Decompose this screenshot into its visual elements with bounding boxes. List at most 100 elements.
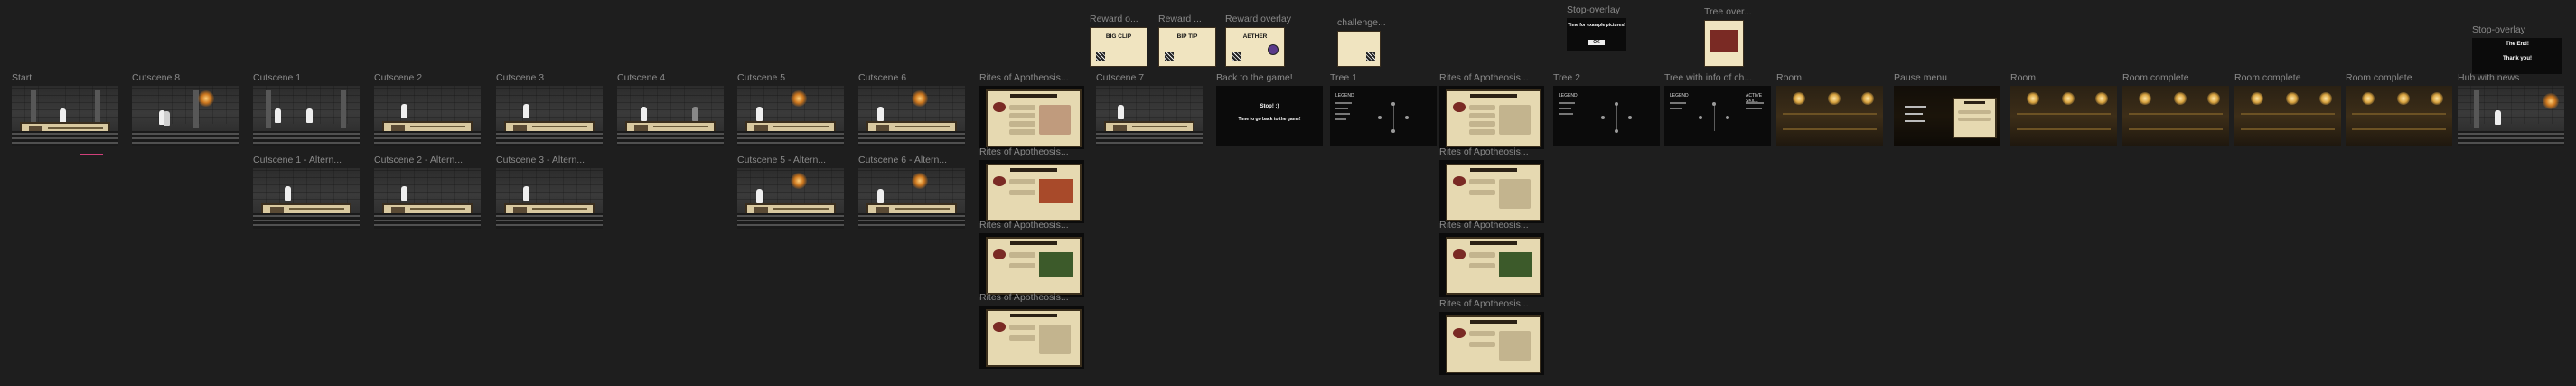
frame-label: Cutscene 2 - Altern... [374, 155, 464, 165]
frame-cutscene-5[interactable]: Cutscene 5 [737, 72, 844, 146]
scene-thumbnail [496, 86, 603, 146]
frame-room-2[interactable]: Room [2010, 72, 2117, 146]
frame-back-to-game[interactable]: Back to the game! Stop! :) Time to go ba… [1216, 72, 1323, 146]
skill-tree-screen: LEGEND [1330, 86, 1437, 146]
scene-thumbnail [1096, 86, 1203, 146]
frame-tree-2[interactable]: Tree 2 LEGEND [1553, 72, 1660, 146]
challenge-card [1337, 31, 1381, 67]
frame-label: Rites of Apotheosis... [1439, 72, 1529, 83]
frame-rites-2[interactable]: Rites of Apotheosis... [979, 146, 1084, 223]
frame-tree-1[interactable]: Tree 1 LEGEND [1330, 72, 1437, 146]
frame-reward-2[interactable]: Reward ... BIP TIP [1158, 14, 1216, 67]
rites-screen [979, 86, 1084, 149]
reward-card: BIG CLIP [1090, 27, 1147, 67]
stop-overlay-screen: Time for example pictures! OK [1567, 18, 1626, 51]
reward-card: BIP TIP [1158, 27, 1216, 67]
frame-cutscene-3-alt[interactable]: Cutscene 3 - Altern... [496, 155, 603, 229]
rites-screen [1439, 160, 1544, 223]
pause-screen [1894, 86, 2000, 146]
frame-label: Tree 2 [1553, 72, 1580, 83]
reward-title: BIG CLIP [1105, 33, 1132, 40]
frame-label: Stop-overlay [2472, 24, 2525, 35]
frame-room-complete-3[interactable]: Room complete [2346, 72, 2452, 146]
frame-label: Cutscene 1 [253, 72, 302, 83]
rites-screen [1439, 86, 1544, 149]
frame-label: Cutscene 8 [132, 72, 181, 83]
frame-cutscene-2-alt[interactable]: Cutscene 2 - Altern... [374, 155, 481, 229]
rites-screen [1439, 233, 1544, 297]
frame-start[interactable]: Start [12, 72, 118, 155]
frame-hub-news[interactable]: Hub with news [2458, 72, 2564, 146]
rites-screen [979, 233, 1084, 297]
frame-label: Reward ... [1158, 14, 1202, 24]
frame-rites-b3[interactable]: Rites of Apotheosis... [1439, 220, 1544, 297]
frame-room-complete-2[interactable]: Room complete [2234, 72, 2341, 146]
frame-cutscene-4[interactable]: Cutscene 4 [617, 72, 724, 146]
frame-pause-menu[interactable]: Pause menu [1894, 72, 2000, 146]
frame-stop-overlay-1[interactable]: Stop-overlay Time for example pictures! … [1567, 5, 1626, 51]
frame-label: Tree 1 [1330, 72, 1357, 83]
frame-tree-info[interactable]: Tree with info of ch... LEGEND ACTIVE SK… [1664, 72, 1771, 146]
frame-label: Pause menu [1894, 72, 1947, 83]
stop-heading: Stop! :) [1260, 104, 1279, 109]
frame-label: Cutscene 7 [1096, 72, 1145, 83]
frame-rites-b2[interactable]: Rites of Apotheosis... [1439, 146, 1544, 223]
scene-thumbnail [737, 168, 844, 229]
frame-cutscene-1[interactable]: Cutscene 1 [253, 72, 360, 146]
frame-room-1[interactable]: Room [1776, 72, 1883, 146]
stop-message: Time to go back to the game! [1238, 117, 1301, 122]
frame-cutscene-8[interactable]: Cutscene 8 [132, 72, 239, 146]
stop-text: Time for example pictures! [1568, 23, 1625, 28]
frame-rites-3[interactable]: Rites of Apotheosis... [979, 220, 1084, 297]
legend-title: LEGEND [1670, 93, 1689, 99]
frame-rites-b1[interactable]: Rites of Apotheosis... [1439, 72, 1544, 149]
frame-label: Rites of Apotheosis... [1439, 220, 1529, 231]
reward-title: AETHER [1242, 33, 1268, 40]
rites-screen [1439, 312, 1544, 375]
player-sprite [60, 108, 67, 124]
legend-title: LEGEND [1335, 93, 1354, 99]
frame-label: Stop-overlay [1567, 5, 1620, 15]
frame-stop-overlay-2[interactable]: Stop-overlay The End! Thank you! [2472, 24, 2562, 74]
thanks-text: Thank you! [2502, 56, 2532, 61]
frame-cutscene-7[interactable]: Cutscene 7 [1096, 72, 1203, 146]
room-screen [2010, 86, 2117, 146]
tree-overlay-card [1704, 20, 1744, 67]
frame-cutscene-6[interactable]: Cutscene 6 [858, 72, 965, 146]
frame-reward-1[interactable]: Reward o... BIG CLIP [1090, 14, 1147, 67]
frame-cutscene-2[interactable]: Cutscene 2 [374, 72, 481, 146]
ok-button[interactable]: OK [1588, 40, 1605, 45]
scene-thumbnail [374, 86, 481, 146]
frame-label: Rites of Apotheosis... [979, 146, 1069, 157]
scene-thumbnail [617, 86, 724, 146]
frame-label: Rites of Apotheosis... [979, 292, 1069, 303]
frame-label: Cutscene 3 - Altern... [496, 155, 585, 165]
back-to-game-screen: Stop! :) Time to go back to the game! [1216, 86, 1323, 146]
frame-label: Rites of Apotheosis... [979, 220, 1069, 231]
frame-label: challenge... [1337, 17, 1386, 28]
frame-label: Cutscene 5 - Altern... [737, 155, 827, 165]
frame-cutscene-6-alt[interactable]: Cutscene 6 - Altern... [858, 155, 965, 229]
frame-rites-1[interactable]: Rites of Apotheosis... [979, 72, 1084, 149]
rites-screen [979, 306, 1084, 369]
frame-cutscene-5-alt[interactable]: Cutscene 5 - Altern... [737, 155, 844, 229]
frame-label: Cutscene 6 - Altern... [858, 155, 948, 165]
frame-label: Room complete [2234, 72, 2301, 83]
frame-reward-3[interactable]: Reward overlay AETHER [1225, 14, 1291, 67]
frame-room-complete-1[interactable]: Room complete [2122, 72, 2229, 146]
scene-thumbnail [858, 86, 965, 146]
frame-tree-overlay[interactable]: Tree over... [1704, 6, 1752, 67]
room-screen [2122, 86, 2229, 146]
frame-cutscene-1-alt[interactable]: Cutscene 1 - Altern... [253, 155, 360, 229]
frame-rites-b4[interactable]: Rites of Apotheosis... [1439, 298, 1544, 375]
frame-label: Reward o... [1090, 14, 1138, 24]
frame-challenge[interactable]: challenge... [1337, 17, 1386, 67]
frame-rites-4[interactable]: Rites of Apotheosis... [979, 292, 1084, 369]
stop-overlay-screen: The End! Thank you! [2472, 38, 2562, 74]
room-screen [2346, 86, 2452, 146]
frame-cutscene-3[interactable]: Cutscene 3 [496, 72, 603, 146]
scene-thumbnail [737, 86, 844, 146]
frame-label: Rites of Apotheosis... [1439, 298, 1529, 309]
frame-label: Tree over... [1704, 6, 1752, 17]
frame-label: Rites of Apotheosis... [979, 72, 1069, 83]
